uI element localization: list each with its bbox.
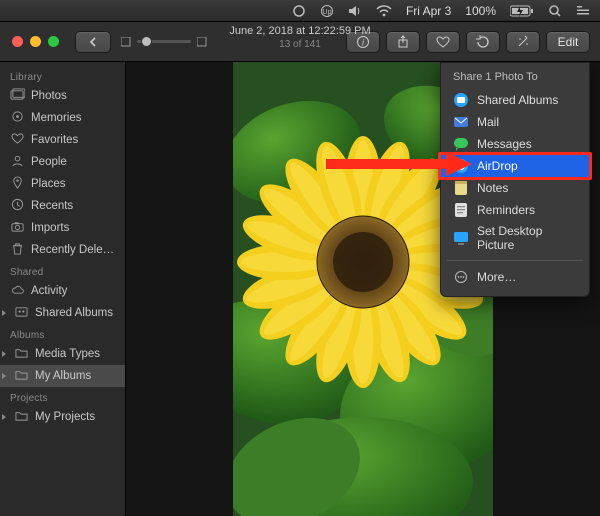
sidebar-item-label: Memories	[31, 112, 81, 124]
pin-icon	[10, 176, 25, 192]
sidebar-item-recently-dele[interactable]: Recently Dele…	[0, 239, 125, 261]
trash-icon	[10, 242, 25, 258]
share-item-label: Notes	[477, 181, 508, 195]
volume-icon[interactable]	[348, 5, 362, 17]
back-button[interactable]	[75, 31, 111, 53]
sidebar-item-label: Media Types	[35, 348, 100, 360]
memories-icon	[10, 110, 25, 126]
people-icon	[10, 154, 25, 170]
sidebar-item-favorites[interactable]: Favorites	[0, 129, 125, 151]
sidebar-item-label: Recently Dele…	[31, 244, 114, 256]
share-item-label: AirDrop	[477, 159, 518, 173]
share-item-label: Mail	[477, 115, 499, 129]
rotate-button[interactable]	[466, 31, 500, 53]
notifications-icon[interactable]	[576, 5, 590, 17]
sidebar-item-my-albums[interactable]: My Albums	[0, 365, 125, 387]
cloud-icon	[10, 283, 25, 299]
sidebar-item-photos[interactable]: Photos	[0, 85, 125, 107]
share-item-mail[interactable]: Mail	[441, 111, 589, 133]
share-menu-title: Share 1 Photo To	[441, 69, 589, 89]
minimize-window-button[interactable]	[30, 36, 41, 47]
sidebar-header: Library	[0, 66, 125, 85]
sidebar-item-shared-albums[interactable]: Shared Albums	[0, 302, 125, 324]
sidebar-item-places[interactable]: Places	[0, 173, 125, 195]
sidebar-item-imports[interactable]: Imports	[0, 217, 125, 239]
favorite-button[interactable]	[426, 31, 460, 53]
upwork-icon[interactable]: Up	[320, 4, 334, 18]
share-more-label: More…	[477, 270, 516, 284]
photos-icon	[10, 88, 25, 104]
share-item-desktop[interactable]: Set Desktop Picture	[441, 221, 589, 255]
zoom-window-button[interactable]	[48, 36, 59, 47]
sidebar-item-memories[interactable]: Memories	[0, 107, 125, 129]
share-item-shared-albums[interactable]: Shared Albums	[441, 89, 589, 111]
siri-icon[interactable]	[292, 4, 306, 18]
sidebar-item-my-projects[interactable]: My Projects	[0, 406, 125, 428]
sidebar-item-label: Shared Albums	[35, 307, 113, 319]
sidebar-item-label: Favorites	[31, 134, 78, 146]
sidebar-header: Albums	[0, 324, 125, 343]
folder-icon	[14, 368, 29, 384]
sidebar-item-label: Recents	[31, 200, 73, 212]
share-item-label: Shared Albums	[477, 93, 558, 107]
sidebar-header: Shared	[0, 261, 125, 280]
folder-icon	[14, 409, 29, 425]
sidebar-item-media-types[interactable]: Media Types	[0, 343, 125, 365]
share-button[interactable]	[386, 31, 420, 53]
edit-button[interactable]: Edit	[546, 31, 590, 53]
clock-icon	[10, 198, 25, 214]
window-controls	[0, 36, 71, 47]
share-more[interactable]: More…	[441, 266, 589, 288]
share-item-label: Reminders	[477, 203, 535, 217]
content-viewer: Share 1 Photo To Shared Albums Mail Messag…	[126, 62, 600, 516]
shared-icon	[14, 305, 29, 321]
more-icon	[453, 269, 469, 285]
sidebar-header: Projects	[0, 387, 125, 406]
zoom-out-icon	[121, 37, 131, 47]
camera-icon	[10, 220, 25, 236]
reminders-icon	[453, 202, 469, 218]
system-menubar: Up Fri Apr 3 100%	[0, 0, 600, 22]
window-toolbar: June 2, 2018 at 12:22:59 PM 13 of 141 i …	[0, 22, 600, 62]
sidebar-item-label: Places	[31, 178, 66, 190]
edit-label: Edit	[558, 35, 579, 49]
sidebar-item-label: Imports	[31, 222, 69, 234]
notes-icon	[453, 180, 469, 196]
sidebar-item-label: My Projects	[35, 411, 95, 423]
sidebar-item-label: Activity	[31, 285, 67, 297]
shared-albums-icon	[453, 92, 469, 108]
sidebar-item-label: My Albums	[35, 370, 91, 382]
share-item-reminders[interactable]: Reminders	[441, 199, 589, 221]
sidebar-item-label: People	[31, 156, 67, 168]
battery-icon[interactable]	[510, 5, 534, 17]
desktop-icon	[453, 230, 469, 246]
photo-count-label: 13 of 141	[229, 38, 370, 51]
callout-arrow	[326, 150, 472, 178]
zoom-in-icon	[197, 37, 207, 47]
sidebar: Library Photos Memories Favorites People Plac…	[0, 62, 126, 516]
sidebar-item-people[interactable]: People	[0, 151, 125, 173]
battery-percent: 100%	[465, 4, 496, 18]
share-menu: Share 1 Photo To Shared Albums Mail Messag…	[440, 62, 590, 297]
share-item-notes[interactable]: Notes	[441, 177, 589, 199]
svg-text:Up: Up	[322, 9, 331, 16]
photo-date-label: June 2, 2018 at 12:22:59 PM	[229, 25, 370, 38]
wifi-icon[interactable]	[376, 5, 392, 17]
share-item-label: Set Desktop Picture	[477, 224, 577, 252]
menubar-clock[interactable]: Fri Apr 3	[406, 4, 451, 18]
close-window-button[interactable]	[12, 36, 23, 47]
folder-icon	[14, 346, 29, 362]
sidebar-item-activity[interactable]: Activity	[0, 280, 125, 302]
spotlight-icon[interactable]	[548, 4, 562, 18]
share-item-label: Messages	[477, 137, 532, 151]
mail-icon	[453, 114, 469, 130]
enhance-button[interactable]	[506, 31, 540, 53]
zoom-slider[interactable]	[121, 37, 207, 47]
photo-title: June 2, 2018 at 12:22:59 PM 13 of 141	[229, 25, 370, 51]
sidebar-item-recents[interactable]: Recents	[0, 195, 125, 217]
sidebar-item-label: Photos	[31, 90, 67, 102]
heart-icon	[10, 132, 25, 148]
